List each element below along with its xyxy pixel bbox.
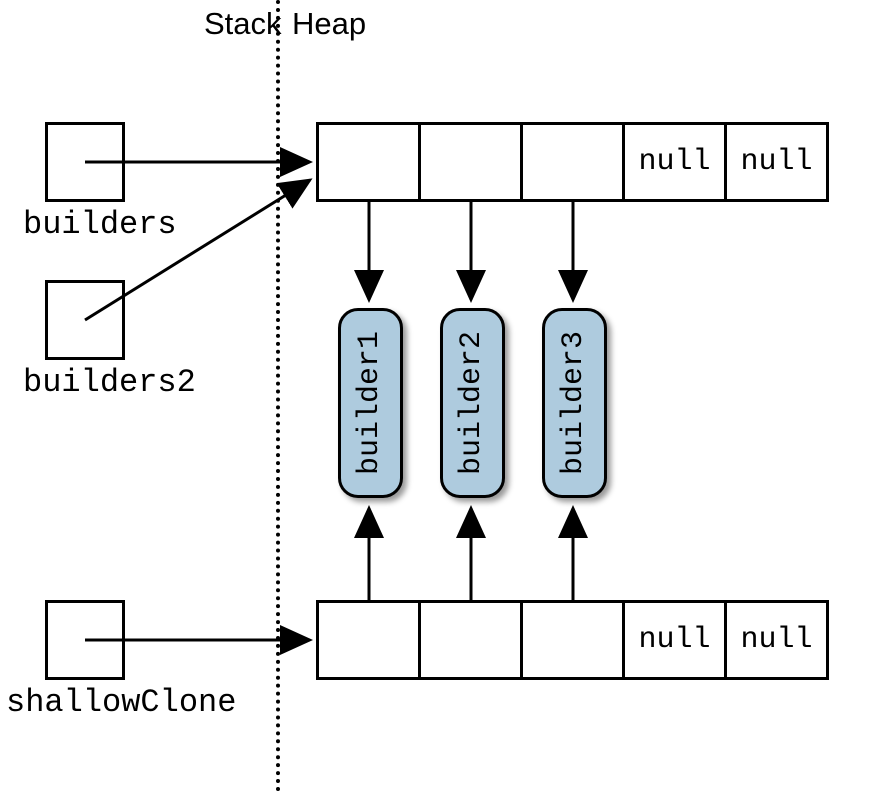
stack-box-builders2	[45, 280, 125, 360]
array-top-cell-3: null	[622, 122, 727, 202]
array-bottom-cell-1	[418, 600, 523, 680]
builder2-object: builder2	[440, 308, 505, 498]
array-top-cell-1	[418, 122, 523, 202]
stack-box-builders	[45, 122, 125, 202]
array-bottom-cell-3: null	[622, 600, 727, 680]
array-top-cell-2	[520, 122, 625, 202]
builder2-text: builder2	[456, 331, 490, 475]
builder3-object: builder3	[542, 308, 607, 498]
builder3-text: builder3	[558, 331, 592, 475]
array-top-cell-0	[316, 122, 421, 202]
array-top-cell-4: null	[724, 122, 829, 202]
array-bottom-cell-4: null	[724, 600, 829, 680]
builder1-text: builder1	[354, 331, 388, 475]
stack-heap-divider	[276, 0, 280, 792]
shallowclone-label: shallowClone	[6, 684, 236, 721]
builder1-object: builder1	[338, 308, 403, 498]
stack-box-shallowclone	[45, 600, 125, 680]
array-bottom-cell-2	[520, 600, 625, 680]
array-bottom-cell-0	[316, 600, 421, 680]
memory-diagram: Stack Heap builders builders2 shallowClo…	[0, 0, 890, 792]
heap-header: Heap	[292, 6, 366, 42]
builders-label: builders	[23, 206, 177, 243]
stack-header: Stack	[204, 6, 282, 42]
builders2-label: builders2	[23, 364, 196, 401]
